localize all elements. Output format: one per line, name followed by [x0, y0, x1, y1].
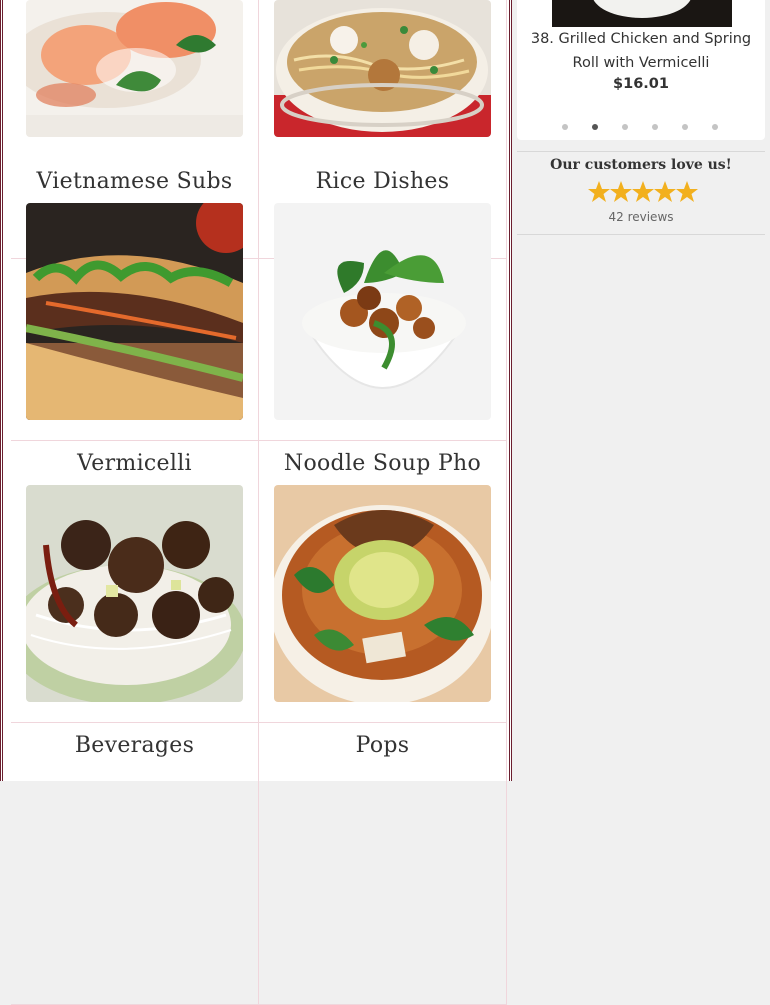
- star-icon: [610, 181, 632, 202]
- review-count[interactable]: 42 reviews: [517, 210, 765, 224]
- reviews-title: Our customers love us!: [550, 157, 732, 173]
- featured-item-name[interactable]: 38. Grilled Chicken and Spring Roll with…: [517, 27, 765, 75]
- featured-items-carousel[interactable]: 38. Grilled Chicken and Spring Roll with…: [517, 0, 765, 140]
- carousel-dot[interactable]: [712, 124, 718, 130]
- category-title: Pops: [355, 733, 410, 758]
- vermicelli-beef-photo[interactable]: [26, 485, 243, 702]
- star-icon: [654, 181, 676, 202]
- menu-category-panel: Vietnamese Subs Rice Dishes Vermicelli N…: [0, 0, 512, 1005]
- category-title: Beverages: [74, 733, 195, 758]
- category-title: Vermicelli: [77, 451, 192, 476]
- customer-reviews-widget[interactable]: Our customers love us! 42 reviews: [517, 151, 765, 235]
- pho-soup-photo[interactable]: [274, 485, 491, 702]
- carousel-dot[interactable]: [592, 124, 598, 130]
- carousel-dot[interactable]: [652, 124, 658, 130]
- category-card-vietnamese-subs[interactable]: Vietnamese Subs: [11, 159, 259, 441]
- category-card-beverages[interactable]: Beverages: [11, 723, 259, 1005]
- carousel-dot[interactable]: [682, 124, 688, 130]
- category-card-vermicelli[interactable]: Vermicelli: [11, 441, 259, 723]
- star-icon: [588, 181, 610, 202]
- wonton-noodle-soup-photo[interactable]: [274, 0, 491, 137]
- star-icon: [632, 181, 654, 202]
- banh-mi-sub-photo[interactable]: [26, 203, 243, 420]
- spring-rolls-photo[interactable]: [26, 0, 243, 137]
- rice-bowl-photo[interactable]: [274, 203, 491, 420]
- category-title: Vietnamese Subs: [36, 169, 233, 194]
- featured-item-photo[interactable]: [552, 0, 732, 27]
- category-card-rice-dishes[interactable]: Rice Dishes: [259, 159, 507, 441]
- carousel-pagination: [562, 124, 722, 134]
- category-card-noodle-soup-pho[interactable]: Noodle Soup Pho: [259, 441, 507, 723]
- category-title: Noodle Soup Pho: [283, 451, 482, 476]
- carousel-dot[interactable]: [562, 124, 568, 130]
- carousel-dot[interactable]: [622, 124, 628, 130]
- category-title: Rice Dishes: [315, 169, 450, 194]
- category-card-pops[interactable]: Pops: [259, 723, 507, 1005]
- star-icon: [676, 181, 698, 202]
- featured-item-price: $16.01: [613, 76, 669, 92]
